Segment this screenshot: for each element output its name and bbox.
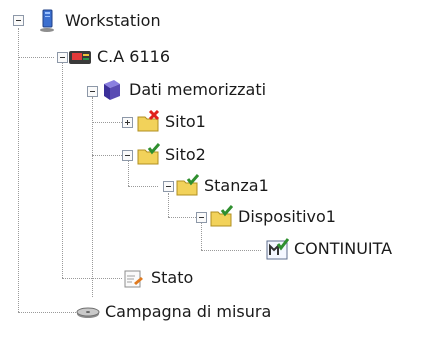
node-label: Sito1: [165, 112, 206, 131]
tree-connector: [128, 186, 158, 187]
tree-node-workstation[interactable]: Workstation: [36, 8, 161, 34]
tree-connector: [92, 155, 124, 156]
node-label: Stanza1: [204, 176, 269, 195]
tree-node-device1[interactable]: Dispositivo1: [209, 204, 336, 230]
tree-connector: [92, 97, 93, 297]
tree-connector: [92, 278, 122, 279]
node-label: Dispositivo1: [238, 207, 336, 226]
folder-error-icon: [136, 110, 160, 134]
tree-connector: [92, 122, 124, 123]
tree-connector: [168, 217, 198, 218]
tree-node-continuity[interactable]: CONTINUITA: [265, 236, 392, 262]
node-label: Sito2: [165, 145, 206, 164]
tree-node-room1[interactable]: Stanza1: [175, 173, 269, 199]
campaign-disk-icon: [76, 300, 100, 324]
collapse-toggle-workstation[interactable]: [13, 15, 24, 26]
file-tree: Workstation C.A 6116 Dati memorizzati Si…: [0, 0, 430, 340]
folder-check-icon: [175, 174, 199, 198]
tree-connector: [62, 63, 63, 278]
tree-connector: [201, 223, 202, 250]
measurement-check-icon: [265, 237, 289, 261]
instrument-icon: [68, 45, 92, 69]
node-label: Dati memorizzati: [129, 80, 267, 99]
node-label: C.A 6116: [97, 47, 171, 66]
status-icon: [122, 266, 146, 290]
folder-check-icon: [209, 205, 233, 229]
tree-connector: [201, 250, 261, 251]
collapse-toggle-room1[interactable]: [163, 181, 174, 192]
node-label: Workstation: [65, 11, 161, 30]
tree-node-site1[interactable]: Sito1: [136, 109, 206, 135]
tree-connector: [18, 28, 19, 312]
tree-connector: [18, 312, 76, 313]
tree-node-stored-data[interactable]: Dati memorizzati: [100, 77, 266, 103]
collapse-toggle-stored-data[interactable]: [87, 86, 98, 97]
tree-node-site2[interactable]: Sito2: [136, 142, 206, 168]
collapse-toggle-site2[interactable]: [122, 150, 133, 161]
collapse-toggle-device[interactable]: [57, 52, 68, 63]
node-label: Stato: [151, 268, 194, 287]
node-label: Campagna di misura: [105, 302, 272, 321]
workstation-icon: [36, 9, 60, 33]
tree-node-device[interactable]: C.A 6116: [68, 44, 170, 70]
node-label: CONTINUITA: [294, 239, 393, 258]
tree-connector: [128, 160, 129, 186]
expand-toggle-site1[interactable]: [122, 117, 133, 128]
tree-connector: [18, 57, 54, 58]
tree-connector: [168, 193, 169, 217]
book-icon: [100, 78, 124, 102]
collapse-toggle-device1[interactable]: [196, 212, 207, 223]
tree-node-campaign[interactable]: Campagna di misura: [76, 299, 271, 325]
tree-node-state[interactable]: Stato: [122, 265, 193, 291]
folder-check-icon: [136, 143, 160, 167]
